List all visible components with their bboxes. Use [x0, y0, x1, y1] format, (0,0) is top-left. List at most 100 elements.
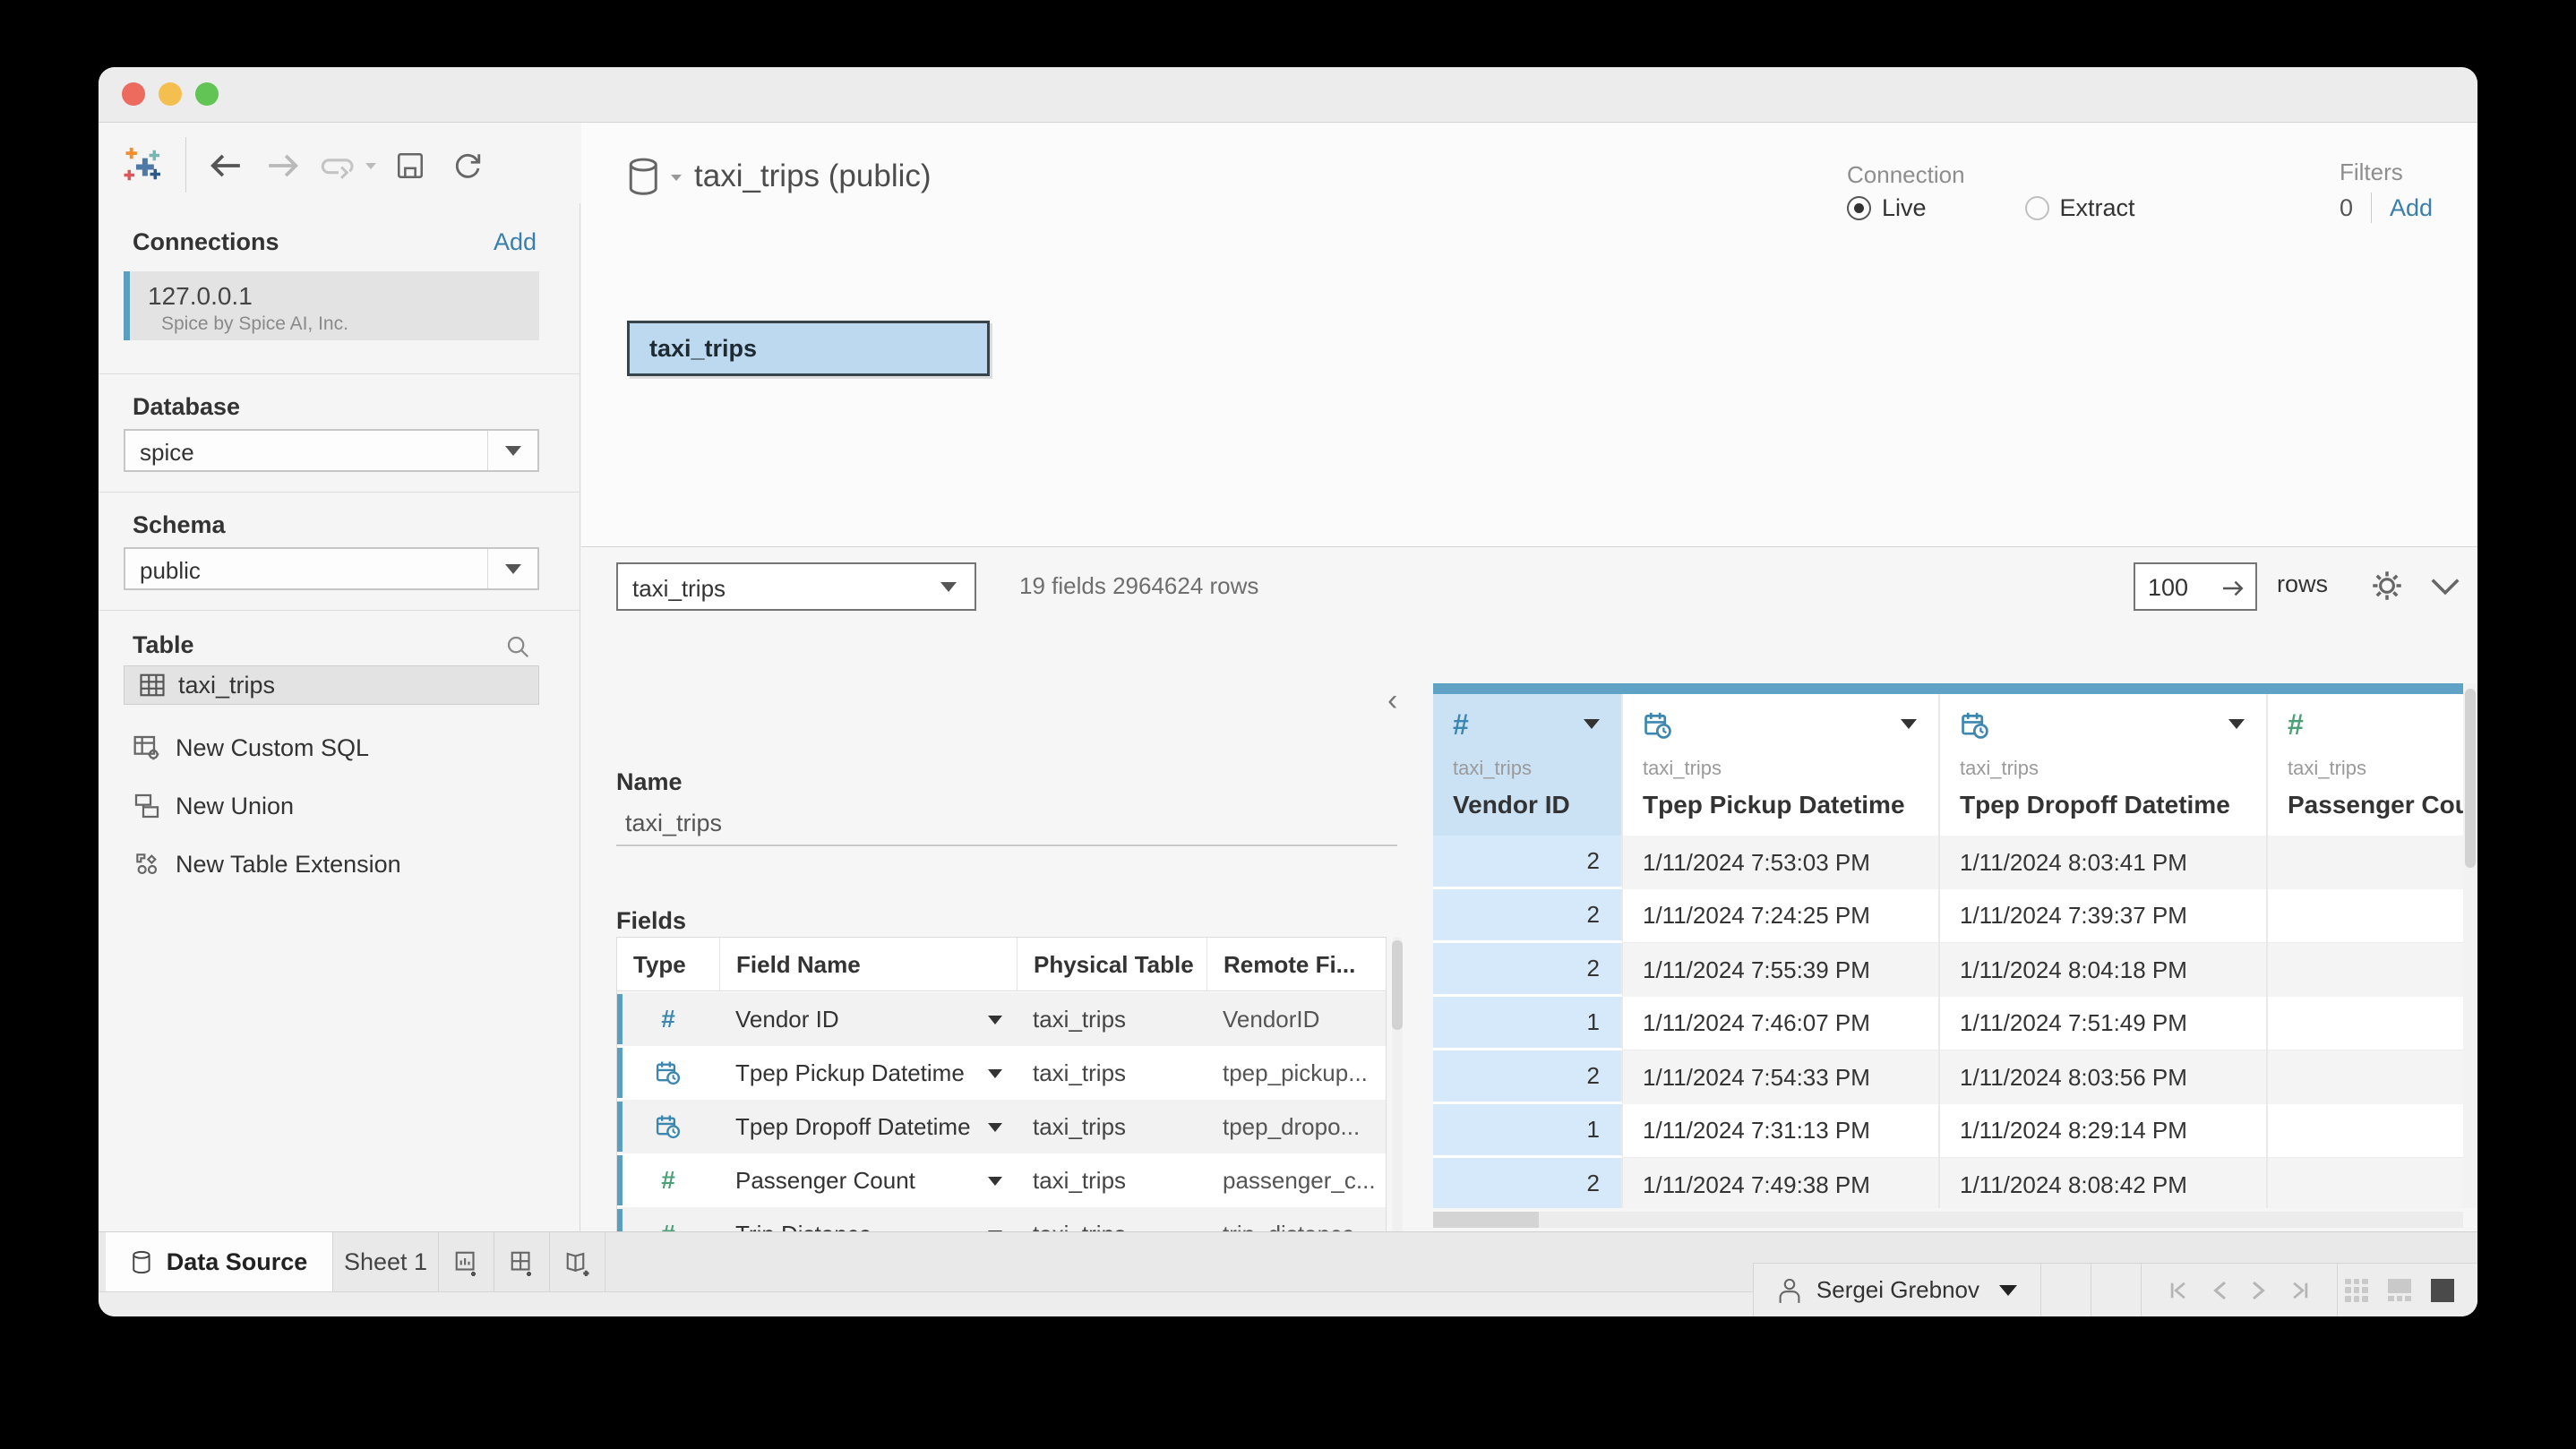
sidebar-item-taxi-trips-table[interactable]: taxi_trips — [124, 665, 539, 705]
grid-column-header[interactable]: taxi_tripsTpep Pickup Datetime — [1623, 694, 1940, 836]
main-content: taxi_trips (public) Connection Live Extr… — [581, 123, 2477, 1231]
scrollbar-thumb[interactable] — [1433, 1212, 1539, 1228]
collapse-metadata-chevron[interactable]: ‹ — [1387, 683, 1397, 718]
column-options-caret[interactable] — [2228, 719, 2245, 729]
extract-radio[interactable] — [2025, 196, 2049, 220]
new-story-button[interactable] — [550, 1232, 605, 1292]
schema-dropdown[interactable]: public — [124, 547, 539, 590]
apply-row-count-arrow-icon[interactable] — [2220, 579, 2246, 598]
column-accent-strip — [2268, 683, 2463, 694]
grid-column-header[interactable]: #taxi_tripsPassenger Count — [2268, 694, 2463, 836]
fields-vertical-scrollbar[interactable] — [1392, 937, 1403, 1235]
table-item-label: taxi_trips — [178, 672, 275, 699]
chevron-down-icon — [505, 446, 521, 456]
field-options-caret[interactable] — [988, 1123, 1002, 1132]
field-options-caret[interactable] — [988, 1016, 1002, 1025]
datasource-name-input[interactable]: taxi_trips — [616, 802, 1397, 846]
add-connection-link[interactable]: Add — [494, 228, 537, 256]
first-page-icon[interactable] — [2168, 1280, 2188, 1301]
tab-data-source-label: Data Source — [167, 1248, 308, 1276]
field-row[interactable]: #Vendor IDtaxi_tripsVendorID — [617, 992, 1386, 1046]
redo-dropdown-caret-icon[interactable] — [360, 148, 382, 184]
field-row[interactable]: Tpep Pickup Datetimetaxi_tripstpep_picku… — [617, 1046, 1386, 1100]
full-view-icon[interactable] — [2431, 1279, 2454, 1302]
redo-loop-icon[interactable] — [321, 148, 356, 184]
grid-cell: 1/11/2024 7:49:38 PM — [1623, 1158, 1940, 1208]
table-preview-select[interactable]: taxi_trips — [616, 562, 976, 611]
database-dropdown-value: spice — [140, 439, 194, 467]
user-menu[interactable]: Sergei Grebnov — [1754, 1264, 2040, 1316]
grid-column-header[interactable]: #taxi_tripsVendor ID — [1433, 694, 1623, 836]
fields-col-remote: Remote Fi... — [1206, 938, 1387, 991]
close-window-button[interactable] — [122, 82, 145, 106]
row-count-input[interactable]: 100 — [2134, 562, 2257, 611]
fields-rows-summary: 19 fields 2964624 rows — [1019, 572, 1258, 600]
field-options-caret[interactable] — [988, 1069, 1002, 1078]
column-options-caret[interactable] — [1584, 719, 1600, 729]
scrollbar-thumb[interactable] — [1392, 940, 1403, 1030]
number-measure-icon: # — [2288, 708, 2304, 741]
metadata-panel: ‹ Name taxi_trips Fields Type Field Name… — [581, 612, 1433, 1231]
new-dashboard-button[interactable] — [494, 1232, 550, 1292]
next-page-icon[interactable] — [2251, 1280, 2267, 1301]
field-physical-table-cell: taxi_trips — [1017, 1046, 1206, 1100]
tab-data-source[interactable]: Data Source — [106, 1232, 333, 1292]
filters-separator — [2371, 193, 2372, 223]
table-search-icon[interactable] — [504, 633, 531, 660]
minimize-window-button[interactable] — [159, 82, 182, 106]
database-icon — [131, 1249, 154, 1276]
new-custom-sql-button[interactable]: New Custom SQL — [133, 730, 369, 766]
refresh-icon[interactable] — [450, 148, 485, 184]
fields-label: Fields — [616, 907, 686, 935]
new-worksheet-icon — [453, 1249, 480, 1276]
grid-view-icon[interactable] — [2345, 1279, 2368, 1302]
tab-sheet1[interactable]: Sheet 1 — [333, 1232, 439, 1292]
schema-dropdown-arrow[interactable] — [487, 549, 537, 588]
grid-vertical-scrollbar[interactable] — [2463, 683, 2477, 1208]
field-row[interactable]: #Passenger Counttaxi_tripspassenger_c... — [617, 1153, 1386, 1207]
canvas-table-node[interactable]: taxi_trips — [627, 321, 990, 376]
tableau-logo-icon[interactable]: ✚ ✚ ✚ ✚ ✚ — [124, 148, 159, 184]
connection-name: 127.0.0.1 — [148, 282, 253, 311]
collapse-preview-chevron-icon[interactable] — [2428, 574, 2462, 597]
field-row[interactable]: Tpep Dropoff Datetimetaxi_tripstpep_drop… — [617, 1100, 1386, 1153]
grid-column-header[interactable]: taxi_tripsTpep Dropoff Datetime — [1940, 694, 2268, 836]
grid-cell — [2268, 1050, 2463, 1104]
live-radio[interactable] — [1847, 196, 1871, 220]
split-view-icon[interactable] — [2388, 1279, 2411, 1302]
field-options-caret[interactable] — [988, 1177, 1002, 1186]
column-options-caret[interactable] — [1901, 719, 1917, 729]
chevron-down-icon — [940, 582, 957, 592]
save-icon[interactable] — [392, 148, 428, 184]
grid-cell: 1 — [1433, 997, 1623, 1050]
prev-page-icon[interactable] — [2211, 1280, 2228, 1301]
new-custom-sql-label: New Custom SQL — [176, 734, 369, 762]
divider — [99, 492, 580, 493]
status-segment — [2041, 1264, 2091, 1316]
new-table-extension-button[interactable]: New Table Extension — [133, 846, 401, 882]
column-table-name: taxi_trips — [1960, 757, 2039, 780]
grid-cell — [2268, 836, 2463, 889]
database-dropdown[interactable]: spice — [124, 429, 539, 472]
fields-col-physical-table: Physical Table — [1017, 938, 1206, 991]
database-dropdown-arrow[interactable] — [487, 431, 537, 470]
connection-item[interactable]: 127.0.0.1 Spice by Spice AI, Inc. — [124, 271, 539, 340]
new-worksheet-button[interactable] — [439, 1232, 494, 1292]
fields-table: Type Field Name Physical Table Remote Fi… — [616, 937, 1387, 1235]
connection-section-label: Connection — [1847, 161, 1965, 189]
forward-arrow-icon[interactable] — [265, 148, 301, 184]
datasource-database-icon[interactable] — [626, 157, 683, 198]
back-arrow-icon[interactable] — [208, 148, 244, 184]
row-count-value: 100 — [2148, 574, 2188, 602]
new-story-icon — [564, 1249, 591, 1276]
divider — [99, 373, 580, 374]
gear-icon[interactable] — [2368, 567, 2406, 604]
grid-horizontal-scrollbar[interactable] — [1433, 1212, 2463, 1228]
new-union-button[interactable]: New Union — [133, 788, 294, 824]
zoom-window-button[interactable] — [195, 82, 219, 106]
grid-cell: 2 — [1433, 889, 1623, 943]
add-filter-link[interactable]: Add — [2390, 194, 2433, 222]
extract-radio-label: Extract — [2060, 194, 2135, 222]
scrollbar-thumb[interactable] — [2465, 689, 2476, 868]
last-page-icon[interactable] — [2290, 1280, 2310, 1301]
